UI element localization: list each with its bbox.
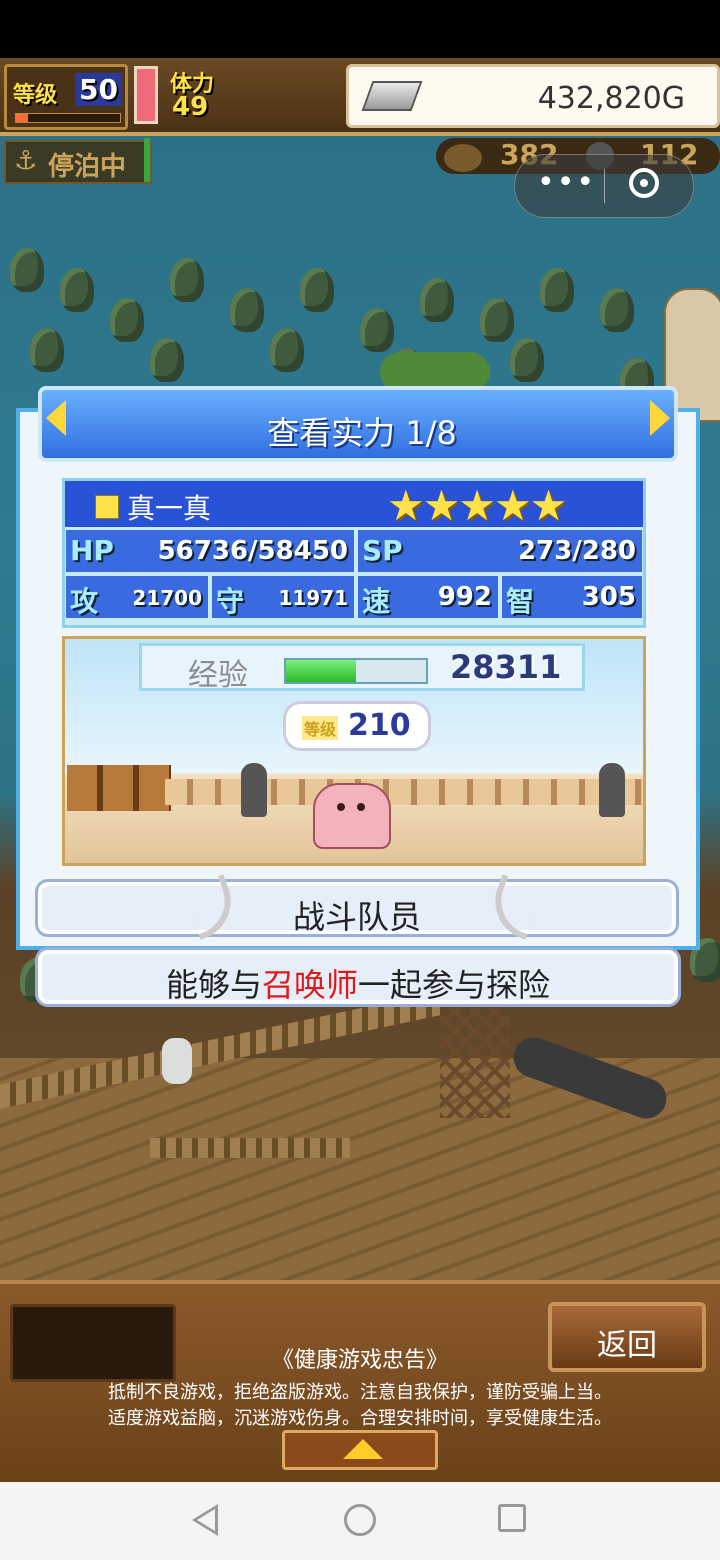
miniprogram-capsule: ••• [514, 154, 694, 218]
status-bar [0, 0, 720, 58]
experience-box: 经验 28311 [139, 643, 585, 693]
experience-label: 经验 [188, 658, 248, 693]
description-highlight: 召唤师 [261, 966, 358, 1004]
health-advice-line-2: 适度游戏益脑，沉迷游戏伤身。合理安排时间，享受健康生活。 [108, 1408, 612, 1429]
close-miniprogram-icon[interactable] [629, 168, 659, 198]
experience-bar-fill [286, 660, 356, 682]
up-arrow-icon [343, 1439, 383, 1459]
character-stats-panel: 真一真 ★★★★★ HP 56736/58450 SP 273/280 攻 21… [62, 478, 646, 628]
anchor-icon: ⚓ [14, 146, 38, 176]
defense-stat: 守 11971 [211, 575, 355, 619]
more-options-icon[interactable]: ••• [537, 165, 596, 200]
cannon-left [241, 763, 267, 817]
level-progress-bar [15, 113, 121, 123]
gold-display: 432,820G [346, 64, 720, 128]
nav-back-inner [197, 1509, 215, 1531]
character-name: 真一真 [127, 492, 212, 525]
intelligence-stat: 智 305 [501, 575, 643, 619]
character-level-label: 等级 [302, 716, 339, 740]
character-level-bubble: 等级 210 [283, 701, 431, 751]
top-hud: 等级 50 体力 49 432,820G [0, 58, 720, 136]
level-label: 等级 [13, 83, 58, 108]
defense-label: 守 [216, 585, 245, 618]
speed-value: 992 [437, 582, 492, 612]
close-dot [640, 179, 648, 187]
system-nav-bar [0, 1482, 720, 1560]
experience-value: 28311 [450, 648, 562, 686]
description-text: 能够与召唤师一起参与探险 [42, 960, 674, 1006]
character-stage: 经验 28311 等级 210 [62, 636, 646, 866]
attack-stat: 攻 21700 [65, 575, 209, 619]
description-banner: 能够与召唤师一起参与探险 [38, 950, 678, 1004]
gold-amount: 432,820G [537, 81, 685, 116]
character-level-value: 210 [348, 708, 411, 743]
character-eye [357, 803, 365, 811]
hp-label: HP [70, 534, 114, 567]
experience-bar [284, 658, 428, 684]
dialog-title-bar: 查看实力 1/8 [38, 386, 678, 462]
expand-menu-button[interactable] [282, 1430, 438, 1470]
rarity-stars: ★★★★★ [387, 481, 567, 530]
sp-value: 273/280 [517, 536, 636, 566]
nav-back-icon[interactable] [192, 1504, 218, 1536]
health-advice-line-1: 抵制不良游戏，拒绝盗版游戏。注意自我保护，谨防受骗上当。 [108, 1382, 612, 1403]
anchor-status-text: 停泊中 [48, 152, 127, 182]
next-arrow-icon[interactable] [650, 400, 670, 436]
hp-value: 56736/58450 [157, 536, 348, 566]
health-advice-title: 《健康游戏忠告》 [271, 1348, 448, 1373]
attack-value: 21700 [132, 586, 202, 610]
cannon-right [599, 763, 625, 817]
player-level-box: 等级 50 [4, 64, 128, 130]
nav-recent-apps-icon[interactable] [498, 1504, 526, 1532]
bottom-panel: 返回 《健康游戏忠告》 抵制不良游戏，拒绝盗版游戏。注意自我保护，谨防受骗上当。… [0, 1280, 720, 1486]
speed-stat: 速 992 [357, 575, 499, 619]
attack-label: 攻 [70, 585, 99, 618]
description-prefix: 能够与 [165, 966, 262, 1004]
dialog-title: 查看实力 1/8 [267, 414, 457, 452]
capsule-divider [604, 169, 605, 203]
level-progress-fill [16, 114, 29, 122]
stamina-value: 49 [172, 92, 209, 122]
anchor-status-badge: ⚓ 停泊中 [4, 140, 152, 184]
role-banner: 战斗队员 [38, 882, 676, 936]
stamina-gauge [134, 66, 158, 124]
character-sprite [313, 783, 391, 849]
barrels-decoration [67, 765, 171, 811]
character-eye [337, 803, 345, 811]
nav-home-icon[interactable] [344, 1504, 376, 1536]
sp-label: SP [362, 534, 403, 567]
character-name-row: 真一真 ★★★★★ [65, 481, 643, 530]
level-value: 50 [75, 73, 122, 106]
sp-stat: SP 273/280 [357, 529, 643, 573]
status-accent [144, 138, 150, 182]
character-class-icon [95, 495, 119, 519]
barrel-icon [442, 142, 484, 174]
defense-value: 11971 [278, 586, 348, 610]
hp-stat: HP 56736/58450 [65, 529, 355, 573]
intelligence-label: 智 [506, 585, 535, 618]
speed-label: 速 [362, 585, 391, 618]
description-suffix: 一起参与探险 [358, 966, 551, 1004]
role-text: 战斗队员 [292, 898, 421, 936]
intelligence-value: 305 [581, 582, 636, 612]
deck-railing [165, 779, 643, 805]
silver-bar-icon [361, 81, 423, 111]
